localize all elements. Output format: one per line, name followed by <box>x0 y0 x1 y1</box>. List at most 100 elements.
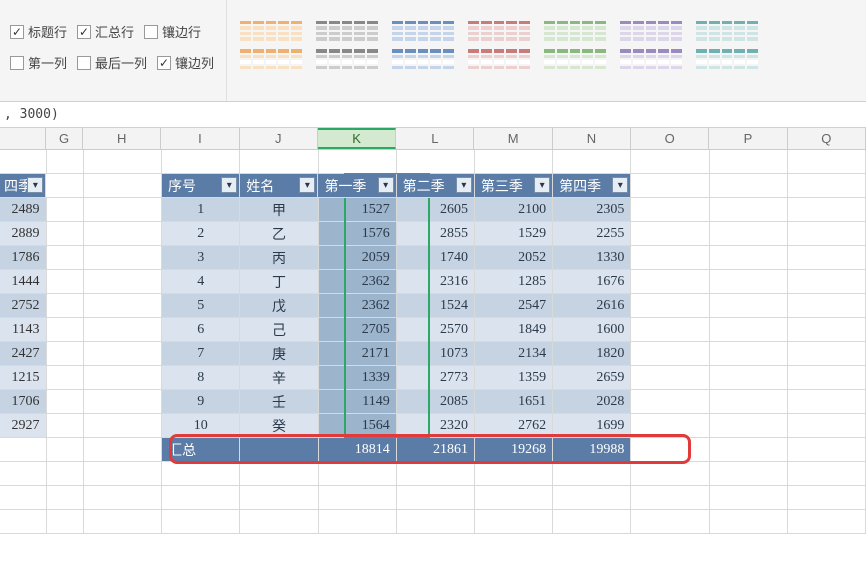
cell[interactable]: 2316 <box>397 270 475 294</box>
cell[interactable]: 10 <box>162 414 240 438</box>
cell[interactable] <box>710 318 788 342</box>
col-header-I[interactable]: I <box>161 128 239 149</box>
cell[interactable] <box>84 270 162 294</box>
cell[interactable]: 1651 <box>475 390 553 414</box>
cell[interactable] <box>240 486 318 510</box>
cell[interactable]: 1676 <box>553 270 631 294</box>
cell[interactable] <box>631 318 709 342</box>
cell[interactable] <box>84 150 162 174</box>
opt-header-row[interactable]: ✓ 标题行 <box>6 20 71 43</box>
cell[interactable]: 2305 <box>553 198 631 222</box>
cell[interactable] <box>319 150 397 174</box>
cell[interactable] <box>788 342 866 366</box>
col-header-Q[interactable]: Q <box>788 128 866 149</box>
cell[interactable] <box>397 510 475 534</box>
cell[interactable]: 1849 <box>475 318 553 342</box>
cell[interactable]: 1524 <box>397 294 475 318</box>
cell[interactable]: 甲 <box>240 198 318 222</box>
cell[interactable] <box>47 198 84 222</box>
cell[interactable] <box>553 510 631 534</box>
cell[interactable] <box>47 414 84 438</box>
filter-dropdown-icon[interactable]: ▾ <box>221 177 237 193</box>
cell[interactable] <box>710 246 788 270</box>
table-style-thumb[interactable] <box>313 18 381 72</box>
cell[interactable] <box>240 462 318 486</box>
cell[interactable]: 2052 <box>475 246 553 270</box>
cell[interactable] <box>47 246 84 270</box>
cell[interactable] <box>710 222 788 246</box>
cell[interactable]: 2362 <box>319 294 397 318</box>
cell[interactable] <box>397 486 475 510</box>
cell[interactable]: 2659 <box>553 366 631 390</box>
cell[interactable] <box>47 294 84 318</box>
cell[interactable] <box>84 318 162 342</box>
filter-dropdown-icon[interactable]: ▾ <box>299 177 315 193</box>
cell[interactable]: 2773 <box>397 366 475 390</box>
cell[interactable] <box>631 150 709 174</box>
cell[interactable] <box>631 414 709 438</box>
cell[interactable] <box>553 150 631 174</box>
cell[interactable]: 2171 <box>319 342 397 366</box>
cell[interactable] <box>553 462 631 486</box>
cell[interactable]: 1527 <box>319 198 397 222</box>
cell[interactable] <box>240 438 318 462</box>
cell[interactable] <box>631 438 709 462</box>
cell[interactable]: 丁 <box>240 270 318 294</box>
cell[interactable] <box>788 390 866 414</box>
cell[interactable]: 2705 <box>319 318 397 342</box>
cell[interactable]: 19988 <box>553 438 631 462</box>
filter-dropdown-icon[interactable]: ▾ <box>27 177 43 193</box>
cell[interactable]: 3 <box>162 246 240 270</box>
cell[interactable] <box>84 174 162 198</box>
col-header-K[interactable]: K <box>318 128 396 149</box>
table-header-cell[interactable]: 第四季▾ <box>553 174 631 198</box>
cell[interactable] <box>47 222 84 246</box>
cell[interactable] <box>710 150 788 174</box>
cell[interactable] <box>788 366 866 390</box>
cell[interactable] <box>47 390 84 414</box>
cell[interactable] <box>46 174 83 198</box>
cell[interactable] <box>84 462 162 486</box>
cell[interactable]: 1359 <box>475 366 553 390</box>
cell[interactable] <box>84 438 162 462</box>
cell[interactable] <box>475 486 553 510</box>
cell[interactable] <box>47 462 84 486</box>
table-header-cell[interactable]: 四季▾ <box>0 174 46 198</box>
cell[interactable] <box>162 510 240 534</box>
cell[interactable] <box>631 390 709 414</box>
cell[interactable] <box>788 438 866 462</box>
cell[interactable] <box>47 270 84 294</box>
col-header-J[interactable]: J <box>240 128 318 149</box>
cell[interactable] <box>710 486 788 510</box>
col-header-L[interactable]: L <box>396 128 474 149</box>
cell[interactable]: 2134 <box>475 342 553 366</box>
col-header-F[interactable] <box>0 128 46 149</box>
cell[interactable]: 2100 <box>475 198 553 222</box>
cell[interactable]: 2362 <box>319 270 397 294</box>
cell[interactable] <box>631 486 709 510</box>
cell[interactable]: 2616 <box>553 294 631 318</box>
cell[interactable]: 2427 <box>0 342 47 366</box>
col-header-H[interactable]: H <box>83 128 161 149</box>
cell[interactable]: 乙 <box>240 222 318 246</box>
cell[interactable] <box>631 198 709 222</box>
cell[interactable] <box>240 510 318 534</box>
cell[interactable]: 1529 <box>475 222 553 246</box>
cell[interactable] <box>631 510 709 534</box>
cell[interactable] <box>162 150 240 174</box>
cell[interactable] <box>319 462 397 486</box>
cell[interactable] <box>84 198 162 222</box>
cell[interactable] <box>631 294 709 318</box>
cell[interactable]: 1444 <box>0 270 47 294</box>
table-style-thumb[interactable] <box>237 18 305 72</box>
table-style-thumb[interactable] <box>693 18 761 72</box>
cell[interactable]: 1143 <box>0 318 47 342</box>
cell[interactable] <box>47 150 84 174</box>
col-header-N[interactable]: N <box>553 128 631 149</box>
cell[interactable] <box>84 294 162 318</box>
col-header-M[interactable]: M <box>474 128 552 149</box>
cell[interactable] <box>47 366 84 390</box>
table-style-thumb[interactable] <box>389 18 457 72</box>
cell[interactable]: 1576 <box>319 222 397 246</box>
cell[interactable]: 癸 <box>240 414 318 438</box>
